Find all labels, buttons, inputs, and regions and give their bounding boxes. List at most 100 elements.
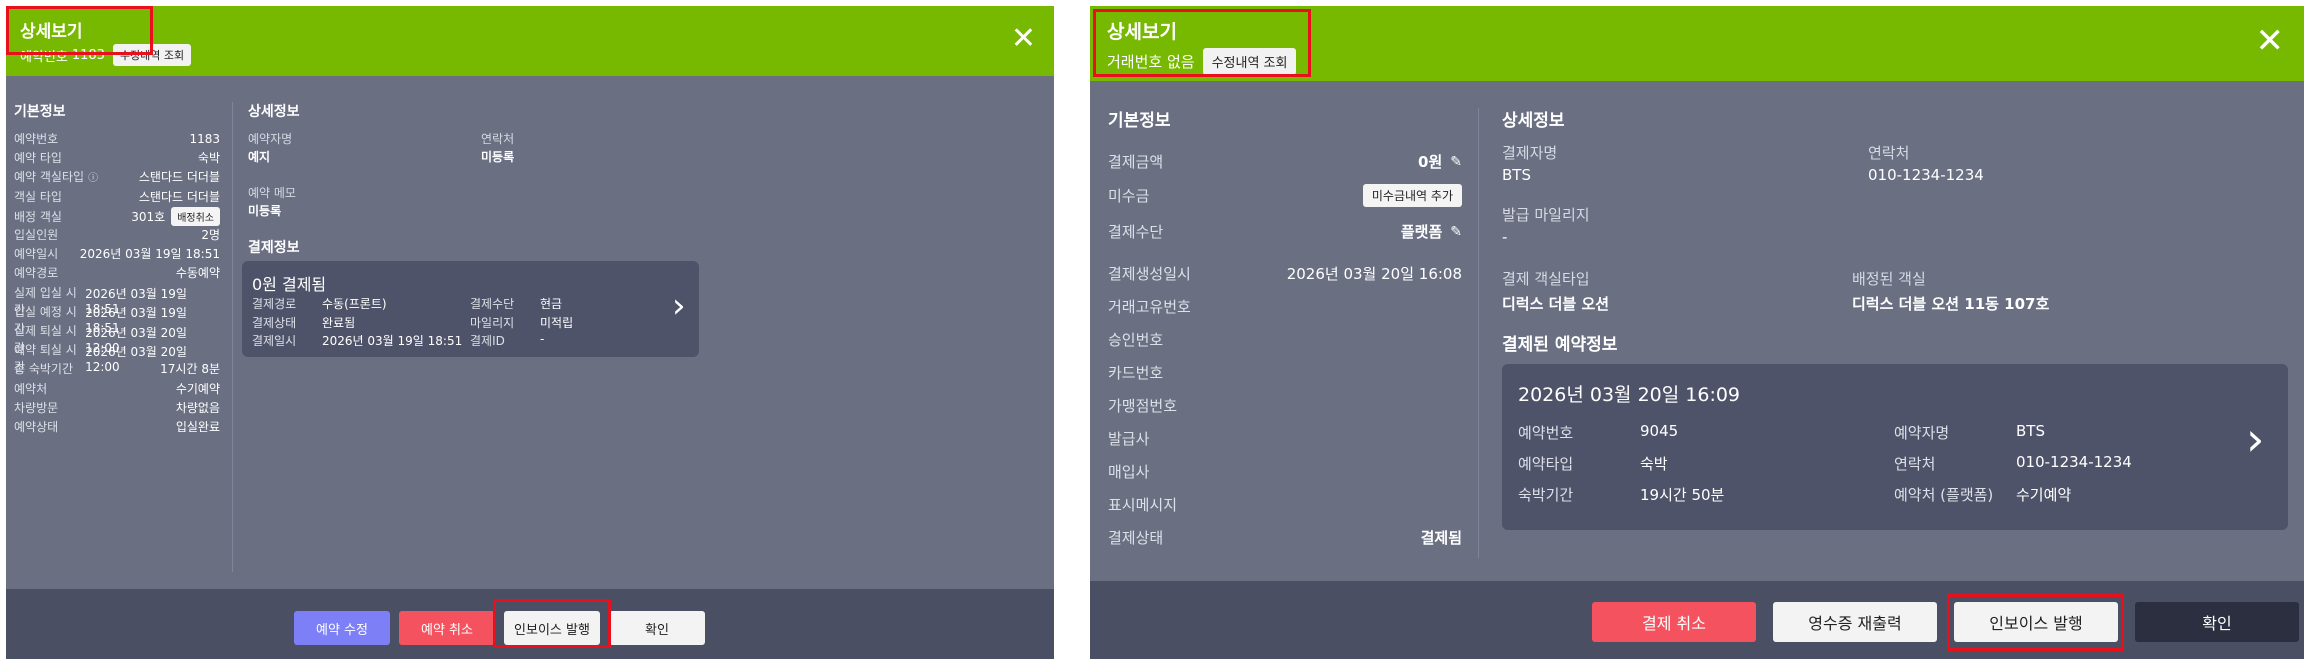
info-value: 1183	[189, 131, 220, 146]
detail-info-title: 상세정보	[1502, 111, 1565, 131]
contact-value: 010-1234-1234	[1868, 166, 1984, 184]
info-label: 예약일시	[14, 247, 59, 262]
info-value: 2명	[201, 228, 220, 242]
info-value-wrap: 301호 배정취소	[131, 206, 220, 226]
info-row: 예약처 수기예약	[14, 380, 220, 397]
info-value-wrap: 차량없음	[176, 399, 220, 416]
cancel-payment-button[interactable]: 결제 취소	[1592, 602, 1756, 642]
info-label: 승인번호	[1108, 331, 1164, 349]
contact-label: 연락처	[1868, 144, 1910, 162]
card-field-label: 예약자명	[1894, 424, 1950, 442]
edit-history-button[interactable]: 수정내역 조회	[1202, 48, 1297, 75]
info-label: 미수금	[1108, 187, 1150, 205]
info-row: 예약 타입 숙박	[14, 149, 220, 166]
info-value-wrap: 스탠다드 더더블	[139, 168, 220, 185]
card-field-label: 예약번호	[1518, 424, 1574, 442]
payer-name-label: 결제자명	[1502, 144, 1558, 162]
unassign-room-button[interactable]: 배정취소	[171, 206, 220, 226]
info-value: 0원	[1418, 153, 1443, 171]
info-row: 미수금 미수금내역 추가	[1108, 184, 1462, 207]
info-row: 승인번호	[1108, 329, 1462, 350]
info-row: 차량방문 차량없음	[14, 399, 220, 416]
payer-name-value: BTS	[1502, 166, 1531, 184]
chevron-right-icon[interactable]: ›	[672, 289, 686, 323]
modal-title: 상세보기	[20, 22, 83, 42]
edit-history-button[interactable]: 수정내역 조회	[112, 44, 192, 66]
payment-info-title: 결제정보	[248, 240, 300, 256]
info-value-wrap: 입실완료	[176, 418, 220, 435]
info-value-wrap: 1183	[189, 132, 220, 146]
info-label: 결제금액	[1108, 153, 1164, 171]
card-field-label: 마일리지	[470, 315, 515, 330]
reprint-receipt-button[interactable]: 영수증 재출력	[1773, 602, 1937, 642]
info-value: 스탠다드 더더블	[138, 170, 220, 185]
modal-header: 상세보기 거래번호 없음 수정내역 조회 ✕	[1090, 6, 2304, 81]
info-value-wrap: 수기예약	[176, 380, 220, 397]
close-icon[interactable]: ✕	[2256, 24, 2285, 58]
issue-invoice-button[interactable]: 인보이스 발행	[1954, 602, 2118, 642]
info-label: 발급사	[1108, 430, 1150, 448]
reservation-card-title: 2026년 03월 20일 16:09	[1518, 384, 1741, 406]
room-type-label: 결제 객실타입	[1502, 270, 1590, 288]
info-row: 예약 객실타입 ⓘ 스탠다드 더더블	[14, 168, 220, 185]
add-unpaid-button[interactable]: 미수금내역 추가	[1362, 184, 1462, 207]
reservation-detail-modal: 상세보기 예약번호 1183 수정내역 조회 ✕ 기본정보 예약번호 1183 예약 …	[6, 6, 1054, 659]
assigned-room-label: 배정된 객실	[1852, 270, 1926, 288]
payment-card[interactable]: 0원 결제됨 결제경로 수동(프론트) 결제수단 현금 결제상태 완료됨 마일리지 미적립 결제…	[242, 261, 699, 357]
booker-name-value: 예지	[248, 150, 271, 164]
info-label: 표시메시지	[1108, 496, 1178, 514]
info-value: 차량없음	[175, 400, 220, 415]
confirm-button[interactable]: 확인	[609, 611, 705, 645]
chevron-right-icon[interactable]: ›	[2246, 416, 2264, 462]
card-field-label: 결제경로	[252, 297, 297, 311]
info-row: 결제금액 0원 ✎	[1108, 151, 1462, 172]
info-label: 카드번호	[1108, 364, 1164, 382]
info-row: 객실 타입 스탠다드 더더블	[14, 188, 220, 205]
cancel-reservation-button[interactable]: 예약 취소	[399, 611, 495, 645]
transaction-number-text: 거래번호 없음	[1107, 53, 1195, 71]
info-row: 예약일시 2026년 03월 19일 18:51	[14, 245, 220, 262]
assigned-room-value: 디럭스 더블 오션 11동 107호	[1852, 295, 2050, 313]
card-field-value: BTS	[2016, 422, 2045, 440]
info-icon: ⓘ	[88, 173, 99, 185]
edit-reservation-button[interactable]: 예약 수정	[294, 611, 390, 645]
reservation-card[interactable]: 2026년 03월 20일 16:09 예약번호 9045 예약자명 BTS 예약타입 숙…	[1502, 364, 2288, 530]
column-divider	[232, 102, 233, 572]
card-field-label: 예약타입	[1518, 455, 1574, 473]
info-value-wrap: 2명	[201, 226, 220, 243]
info-value-wrap: 미수금내역 추가	[1357, 184, 1462, 207]
card-field-label: 결제수단	[470, 297, 515, 311]
issue-invoice-button[interactable]: 인보이스 발행	[504, 611, 600, 645]
info-value-wrap: 플랫폼 ✎	[1401, 221, 1462, 242]
card-field-label: 연락처	[1894, 455, 1936, 473]
close-icon[interactable]: ✕	[1011, 24, 1036, 54]
room-type-value: 디럭스 더블 오션	[1502, 295, 1610, 313]
info-label: 가맹점번호	[1108, 397, 1178, 415]
payment-card-title: 0원 결제됨	[252, 275, 327, 294]
memo-label: 예약 메모	[248, 186, 296, 200]
pencil-icon[interactable]: ✎	[1450, 224, 1462, 240]
info-row: 거래고유번호	[1108, 296, 1462, 317]
info-label: 객실 타입	[14, 189, 62, 204]
info-label: 배정 객실	[14, 209, 62, 224]
info-label: 입실인원	[14, 228, 59, 242]
info-label: 예약번호	[14, 132, 59, 146]
info-row: 매입사	[1108, 461, 1462, 482]
info-row: 표시메시지	[1108, 494, 1462, 515]
info-value: 17시간 8분	[160, 362, 220, 377]
info-label: 결제상태	[1108, 529, 1164, 547]
card-field-value: 완료됨	[322, 315, 356, 330]
info-label: 예약상태	[14, 420, 59, 434]
info-label: 예약 객실타입	[14, 170, 85, 185]
info-row: 입실인원 2명	[14, 226, 220, 243]
pencil-icon[interactable]: ✎	[1450, 154, 1462, 170]
card-field-label: 숙박기간	[1518, 486, 1574, 504]
info-value-wrap: 0원 ✎	[1418, 151, 1462, 172]
modal-title: 상세보기	[1107, 21, 1177, 43]
info-value-wrap: 17시간 8분	[160, 360, 220, 377]
confirm-button[interactable]: 확인	[2135, 602, 2299, 642]
info-row: 예약경로 수동예약	[14, 264, 220, 281]
reservation-number-label: 예약번호	[20, 49, 68, 65]
info-row: 결제수단 플랫폼 ✎	[1108, 221, 1462, 242]
modal-footer: 예약 수정 예약 취소 인보이스 발행 확인	[6, 589, 1054, 659]
